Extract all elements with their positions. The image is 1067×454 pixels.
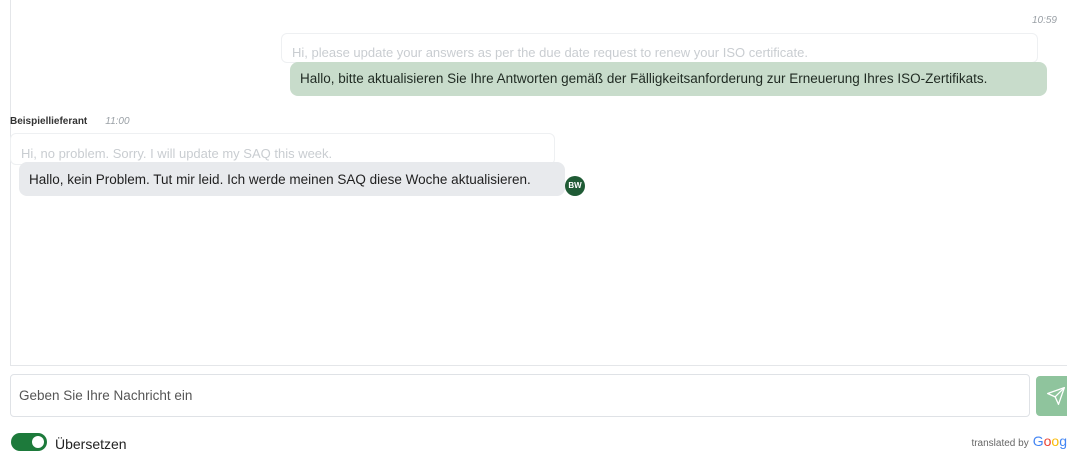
message-input[interactable]	[19, 388, 1021, 403]
google-logo: Goog	[1032, 433, 1067, 449]
toggle-knob	[32, 436, 44, 448]
send-icon	[1047, 387, 1065, 405]
outgoing-timestamp: 10:59	[1031, 15, 1057, 26]
avatar: BW	[565, 176, 585, 196]
sender-name: Beispiellieferant	[10, 116, 88, 127]
google-translate-attribution: translated by Goog	[971, 433, 1067, 449]
incoming-message-header: Beispiellieferant 11:00	[10, 116, 130, 127]
outgoing-original-text: Hi, please update your answers as per th…	[281, 33, 1038, 63]
outgoing-message-bubble: Hallo, bitte aktualisieren Sie Ihre Antw…	[290, 62, 1047, 96]
attribution-prefix: translated by	[971, 438, 1029, 449]
incoming-timestamp: 11:00	[105, 116, 130, 127]
message-composer	[10, 374, 1030, 417]
translate-toggle-label: Übersetzen	[55, 436, 127, 452]
translate-toggle[interactable]	[11, 433, 47, 451]
incoming-message-bubble: Hallo, kein Problem. Tut mir leid. Ich w…	[19, 162, 565, 196]
send-button[interactable]	[1036, 376, 1067, 416]
incoming-original-text: Hi, no problem. Sorry. I will update my …	[10, 133, 555, 165]
